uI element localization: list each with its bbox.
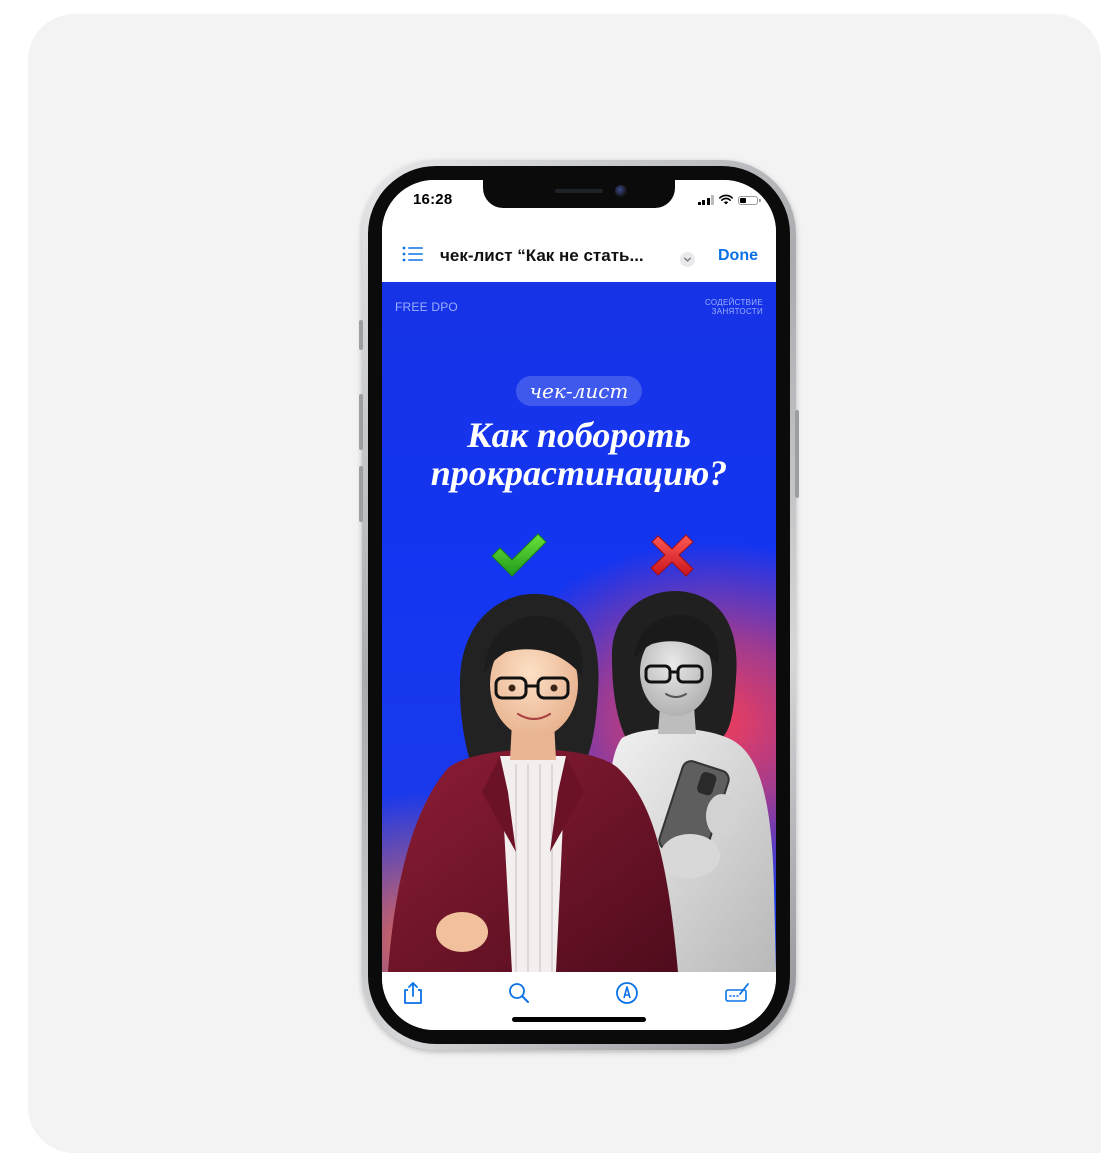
phone-frame: 16:28 чек-лист “Как не стать... Done FRE… bbox=[359, 160, 799, 1050]
green-check-icon bbox=[491, 533, 547, 577]
done-button[interactable]: Done bbox=[718, 247, 758, 265]
woman-in-burgundy-blazer bbox=[388, 593, 678, 972]
brand-right-line1: СОДЕЙСТВИЕ bbox=[705, 298, 763, 307]
checklist-pill: чек-лист bbox=[516, 376, 642, 406]
battery-icon bbox=[738, 196, 761, 205]
brand-logo-right: СОДЕЙСТВИЕ ЗАНЯТОСТИ bbox=[643, 298, 763, 316]
headline: Как побороть прокрастинацию? bbox=[382, 416, 776, 492]
search-icon[interactable] bbox=[506, 980, 532, 1006]
brand-right-line2: ЗАНЯТОСТИ bbox=[711, 307, 763, 316]
headline-line1: Как побороть bbox=[467, 415, 691, 455]
document-title[interactable]: чек-лист “Как не стать... bbox=[440, 246, 644, 266]
red-cross-icon bbox=[650, 534, 694, 577]
status-icons bbox=[697, 194, 761, 205]
volume-up-button bbox=[359, 394, 363, 450]
nav-bar: чек-лист “Как не стать... Done bbox=[382, 232, 776, 282]
front-camera bbox=[615, 185, 627, 197]
status-time: 16:28 bbox=[413, 191, 453, 208]
document-page[interactable]: FREE DPO СОДЕЙСТВИЕ ЗАНЯТОСТИ чек-лист К… bbox=[382, 282, 776, 972]
home-indicator[interactable] bbox=[512, 1017, 646, 1022]
silent-switch bbox=[359, 320, 363, 350]
power-button bbox=[795, 410, 799, 498]
volume-down-button bbox=[359, 466, 363, 522]
headline-line2: прокрастинацию? bbox=[430, 453, 728, 493]
chevron-down-icon[interactable] bbox=[680, 252, 695, 267]
share-icon[interactable] bbox=[400, 980, 426, 1006]
brand-logo-left: FREE DPO bbox=[395, 300, 458, 314]
markup-icon[interactable] bbox=[614, 980, 640, 1006]
signal-icon bbox=[697, 195, 714, 205]
wifi-icon bbox=[719, 194, 733, 205]
bottom-toolbar bbox=[382, 972, 776, 1030]
earpiece-speaker bbox=[555, 189, 603, 193]
list-icon[interactable] bbox=[402, 246, 424, 262]
signature-icon[interactable] bbox=[724, 980, 750, 1006]
phone-screen: 16:28 чек-лист “Как не стать... Done FRE… bbox=[382, 180, 776, 1030]
status-bar: 16:28 bbox=[382, 180, 776, 232]
notch bbox=[483, 180, 675, 208]
